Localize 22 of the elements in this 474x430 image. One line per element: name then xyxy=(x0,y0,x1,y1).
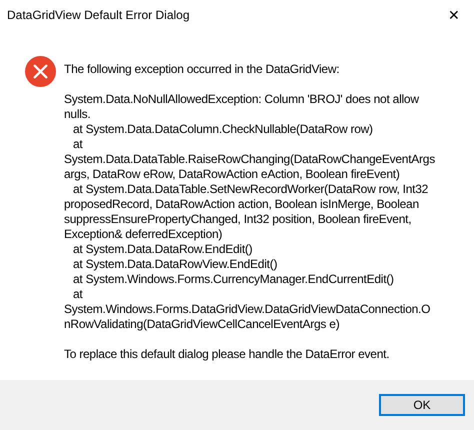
exception-line: System.Data.DataTable.RaiseRowChanging(DataRowChangeEventArgs xyxy=(64,152,435,167)
exception-line: at System.Data.DataColumn.CheckNullable(DataRow row) xyxy=(72,122,373,137)
error-icon xyxy=(25,56,56,87)
exception-line: at xyxy=(72,137,83,152)
error-heading: The following exception occurred in the DataGridView: xyxy=(64,62,340,77)
exception-line: System.Windows.Forms.DataGridView.DataGridViewDataConnection.O xyxy=(64,302,430,317)
exception-line: nRowValidating(DataGridViewCellCancelEventArgs e) xyxy=(64,317,340,332)
close-button[interactable]: ✕ xyxy=(442,5,466,25)
exception-line: at System.Data.DataTable.SetNewRecordWorker(DataRow row, Int32 xyxy=(72,182,428,197)
exception-line: Exception& deferredException) xyxy=(64,227,222,242)
footer-message: To replace this default dialog please handle the DataError event. xyxy=(64,347,390,362)
exception-line: at System.Windows.Forms.CurrencyManager.EndCurrentEdit() xyxy=(72,272,394,287)
exception-line: at System.Data.DataRowView.EndEdit() xyxy=(72,257,278,272)
exception-line: suppressEnsurePropertyChanged, Int32 position, Boolean fireEvent, xyxy=(64,212,412,227)
exception-line: proposedRecord, DataRowAction action, Boolean isInMerge, Boolean xyxy=(64,197,419,212)
exception-line: args, DataRow eRow, DataRowAction eAction, Boolean fireEvent) xyxy=(64,167,400,182)
ok-button[interactable]: OK xyxy=(379,394,465,416)
exception-line: at System.Data.DataRow.EndEdit() xyxy=(72,242,252,257)
exception-line: at xyxy=(72,287,83,302)
exception-line: nulls. xyxy=(64,107,91,122)
window-title: DataGridView Default Error Dialog xyxy=(7,7,190,24)
exception-line: System.Data.NoNullAllowedException: Column 'BROJ' does not allow xyxy=(64,92,419,107)
